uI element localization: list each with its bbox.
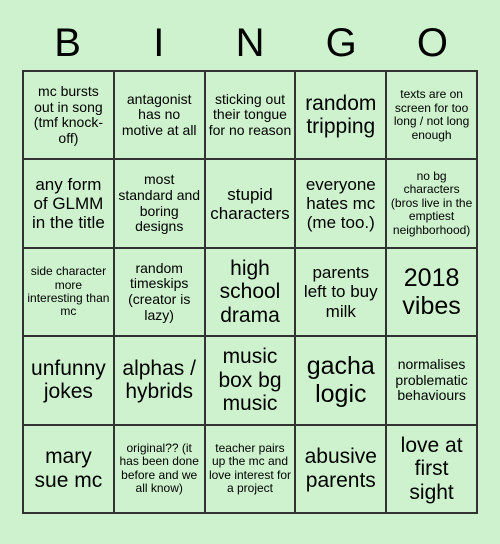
bingo-cell-label: parents left to buy milk bbox=[303, 263, 378, 321]
bingo-cell-label: stupid characters bbox=[210, 184, 290, 223]
bingo-cell[interactable]: antagonist has no motive at all bbox=[114, 72, 206, 161]
bingo-cell[interactable]: gacha logic bbox=[296, 337, 388, 426]
bingo-cell-label: everyone hates mc (me too.) bbox=[305, 175, 376, 233]
bingo-cell[interactable]: random timeskips (creator is lazy) bbox=[114, 248, 206, 338]
bingo-cell-label: mc bursts out in song (tmf knock-off) bbox=[33, 82, 104, 146]
bingo-cell-label: normalises problematic behaviours bbox=[395, 355, 468, 404]
bingo-cell[interactable]: original?? (it has been done before and … bbox=[114, 425, 206, 514]
header-letter-i: I bbox=[153, 21, 165, 65]
header-letter-g: G bbox=[325, 21, 357, 65]
bingo-cell[interactable]: any form of GLMM in the title bbox=[24, 160, 115, 249]
bingo-cell-label: no bg characters (bros live in the empti… bbox=[390, 169, 473, 237]
bingo-cell[interactable]: mc bursts out in song (tmf knock-off) bbox=[24, 72, 115, 161]
bingo-cell[interactable]: normalises problematic behaviours bbox=[387, 337, 478, 426]
bingo-cell[interactable]: unfunny jokes bbox=[24, 337, 115, 426]
header-letter-b: B bbox=[54, 21, 81, 65]
bingo-cell-label: 2018 vibes bbox=[402, 263, 461, 320]
bingo-cell[interactable]: texts are on screen for too long / not l… bbox=[387, 72, 478, 161]
bingo-cell[interactable]: alphas / hybrids bbox=[114, 337, 206, 426]
bingo-cell[interactable]: everyone hates mc (me too.) bbox=[296, 160, 388, 249]
bingo-cell-label: texts are on screen for too long / not l… bbox=[393, 87, 470, 142]
bingo-cell[interactable]: mary sue mc bbox=[24, 425, 115, 514]
bingo-cell-label: mary sue mc bbox=[34, 445, 103, 492]
bingo-card: B I N G O mc bursts out in song (tmf kno… bbox=[0, 0, 500, 544]
bingo-cell[interactable]: side character more interesting than mc bbox=[24, 248, 115, 338]
header-letter-o: O bbox=[416, 21, 448, 65]
bingo-cell[interactable]: no bg characters (bros live in the empti… bbox=[387, 160, 478, 249]
bingo-cell-label: music box bg music bbox=[218, 345, 282, 416]
bingo-cell[interactable]: stupid characters bbox=[205, 160, 297, 249]
bingo-cell-label: high school drama bbox=[219, 256, 281, 327]
bingo-cell-label: abusive parents bbox=[304, 445, 377, 492]
bingo-cell-label: love at first sight bbox=[400, 433, 463, 504]
bingo-cell[interactable]: abusive parents bbox=[296, 425, 388, 514]
bingo-cell[interactable]: music box bg music bbox=[205, 337, 297, 426]
bingo-cell-label: alphas / hybrids bbox=[122, 356, 196, 404]
bingo-cell[interactable]: sticking out their tongue for no reason bbox=[205, 72, 297, 161]
bingo-cell-label: most standard and boring designs bbox=[118, 171, 201, 235]
bingo-header: B I N G O bbox=[22, 16, 478, 70]
bingo-cell-label: any form of GLMM in the title bbox=[32, 175, 105, 233]
bingo-cell-label: random tripping bbox=[305, 91, 377, 139]
bingo-cell-label: unfunny jokes bbox=[31, 356, 106, 404]
bingo-cell-label: teacher pairs up the mc and love interes… bbox=[208, 440, 292, 496]
bingo-cell-label: side character more interesting than mc bbox=[27, 264, 110, 319]
bingo-cell-label: gacha logic bbox=[306, 352, 375, 409]
bingo-grid: mc bursts out in song (tmf knock-off) an… bbox=[22, 70, 478, 514]
bingo-cell[interactable]: parents left to buy milk bbox=[296, 248, 388, 338]
bingo-cell[interactable]: random tripping bbox=[296, 72, 388, 161]
bingo-cell[interactable]: most standard and boring designs bbox=[114, 160, 206, 249]
bingo-cell[interactable]: teacher pairs up the mc and love interes… bbox=[205, 425, 297, 514]
bingo-cell[interactable]: 2018 vibes bbox=[387, 248, 478, 338]
bingo-cell[interactable]: love at first sight bbox=[387, 425, 478, 514]
bingo-cell-label: antagonist has no motive at all bbox=[121, 90, 197, 139]
bingo-cell-label: original?? (it has been done before and … bbox=[119, 440, 199, 496]
bingo-cell-label: sticking out their tongue for no reason bbox=[208, 90, 292, 139]
bingo-cell[interactable]: high school drama bbox=[205, 248, 297, 338]
header-letter-n: N bbox=[235, 21, 265, 65]
bingo-cell-label: random timeskips (creator is lazy) bbox=[128, 259, 191, 323]
